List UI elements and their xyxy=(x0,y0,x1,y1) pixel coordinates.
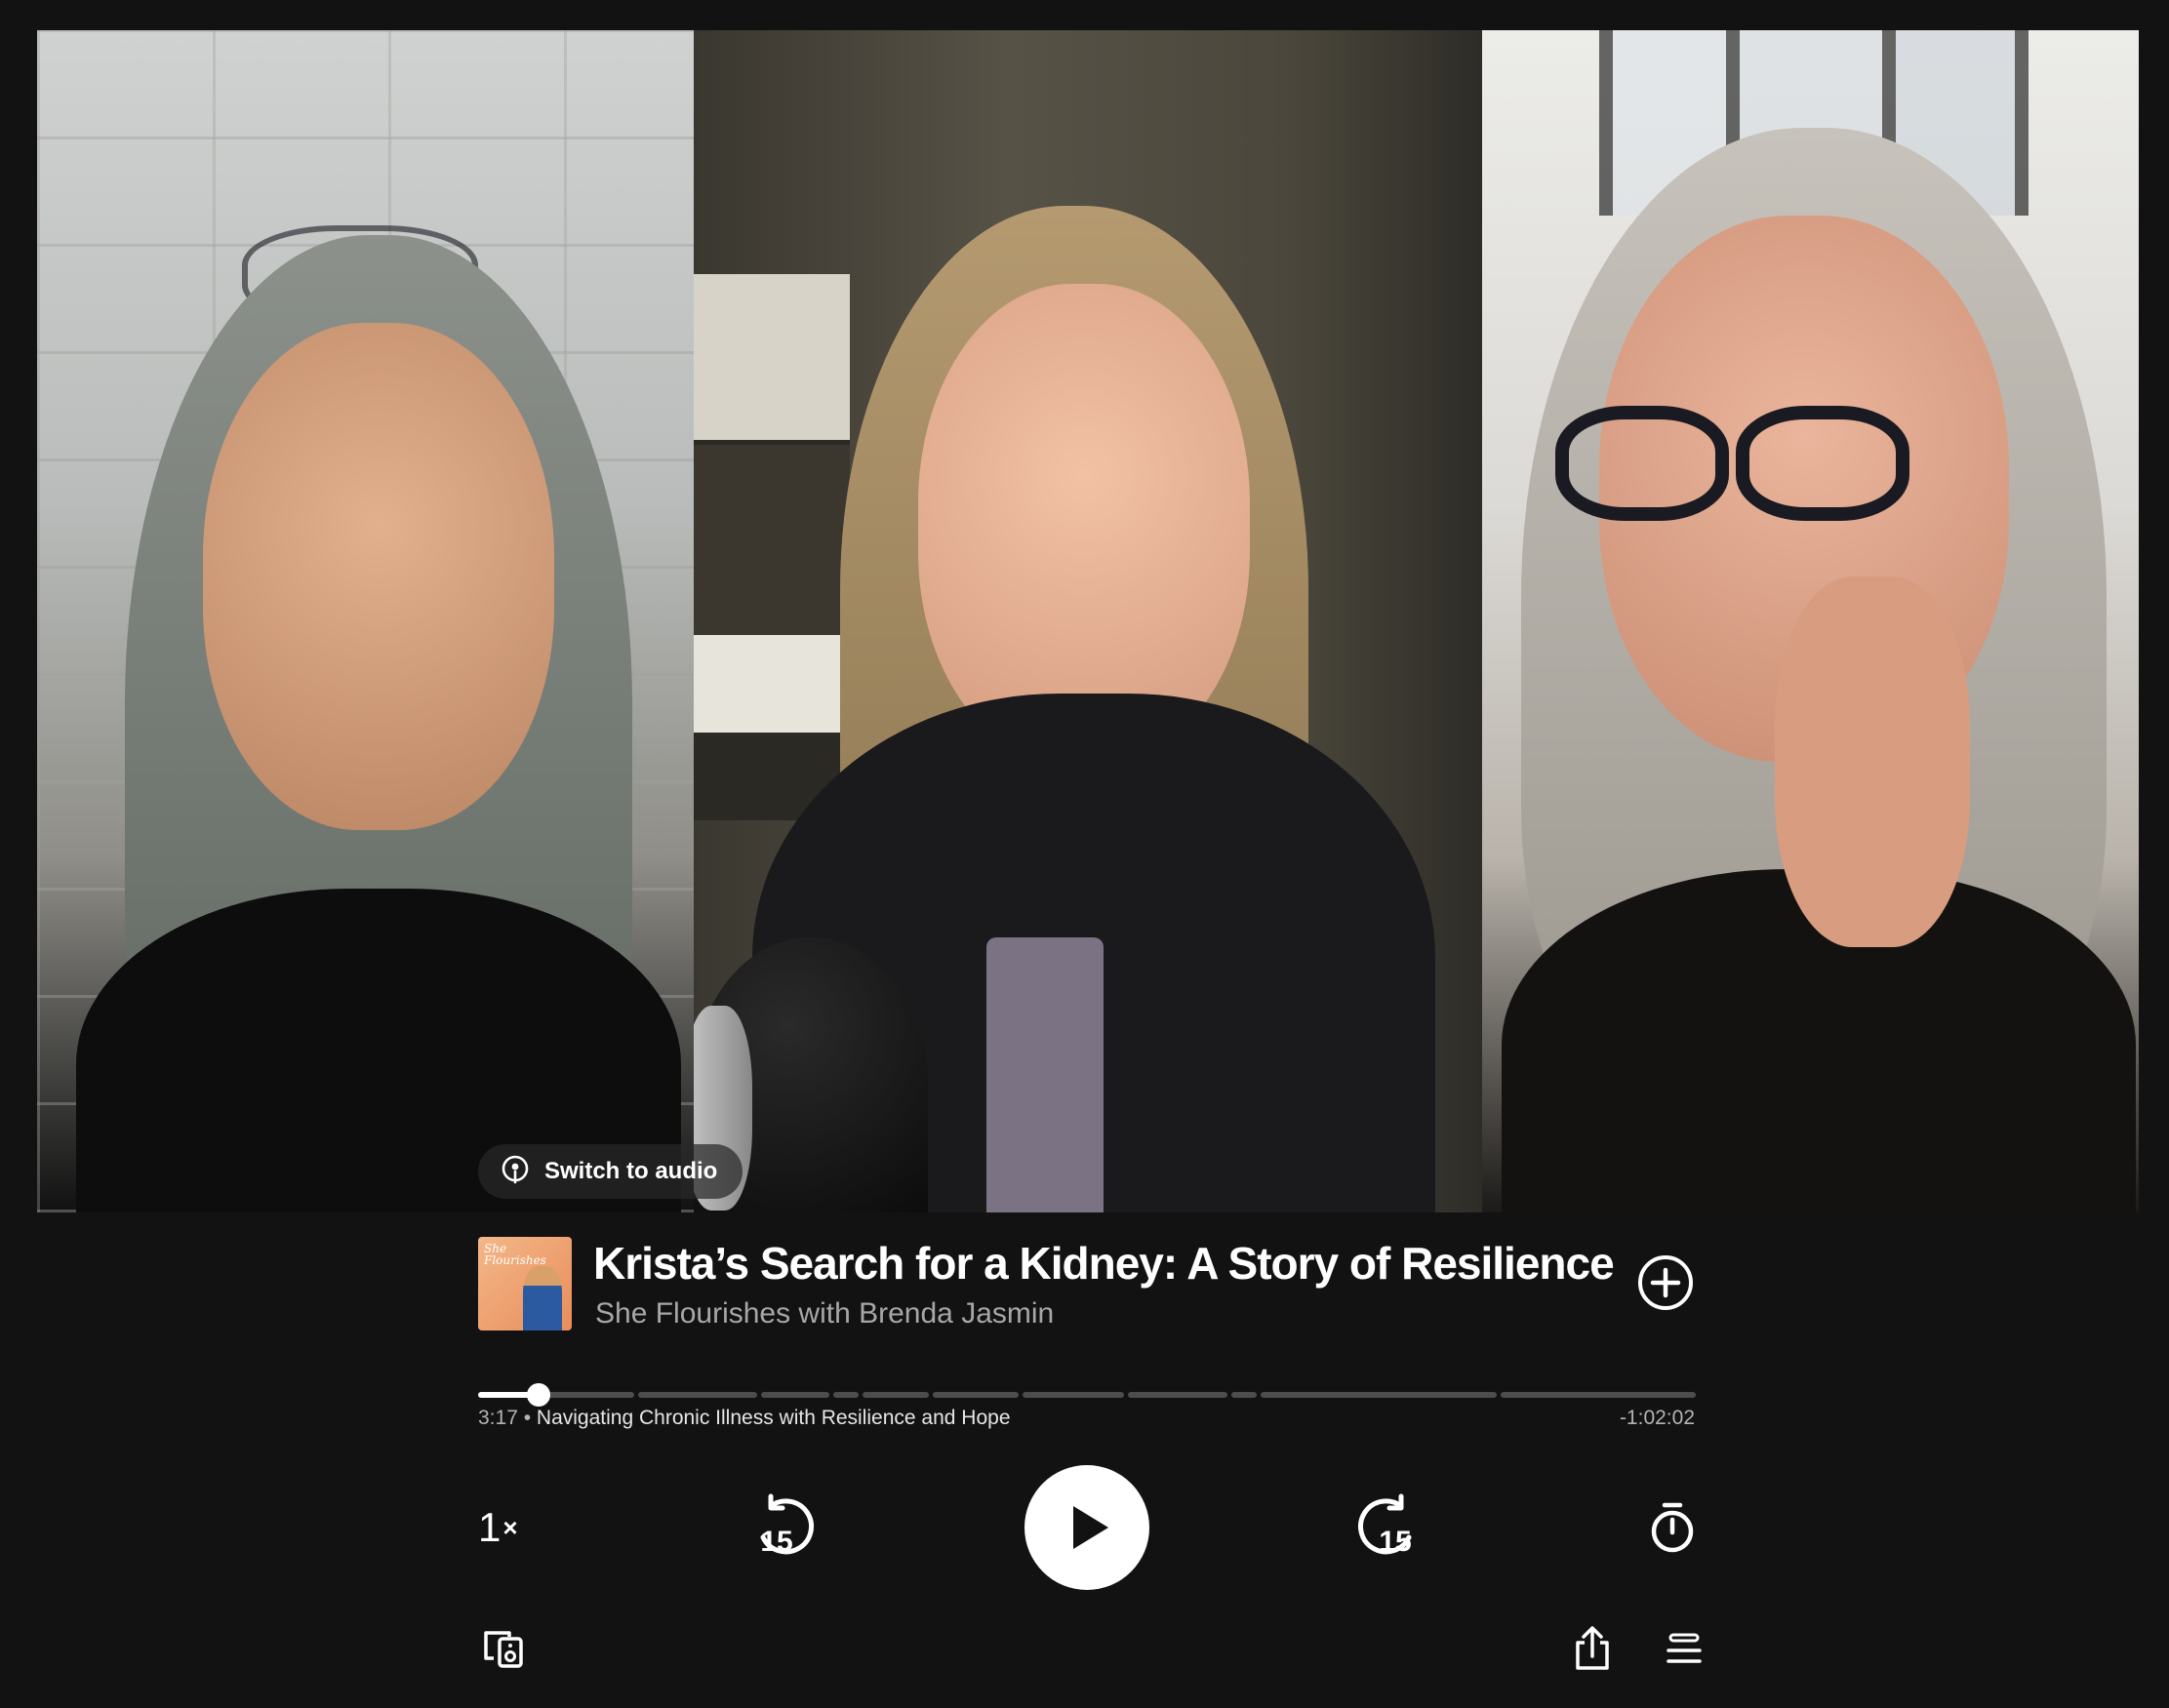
skip-forward-15-icon: 15 xyxy=(1358,1493,1412,1558)
chapter-segment xyxy=(933,1392,1019,1398)
playback-speed-button[interactable]: 1 × xyxy=(478,1498,518,1557)
chapter-segment xyxy=(761,1392,829,1398)
progress-thumb[interactable] xyxy=(527,1383,551,1407)
chapter-segment xyxy=(833,1392,859,1398)
episode-info: She Flourishes Krista’s Search for a Kid… xyxy=(478,1237,1698,1331)
share-icon xyxy=(1576,1626,1609,1670)
show-name-link[interactable]: She Flourishes with Brenda Jasmin xyxy=(595,1297,1054,1331)
artwork-text: She Flourishes xyxy=(484,1242,546,1267)
remaining-time: -1:02:02 xyxy=(1619,1407,1695,1429)
skip-back-button[interactable]: 15 xyxy=(751,1492,822,1563)
switch-to-audio-button[interactable]: Switch to audio xyxy=(478,1144,743,1199)
skip-forward-seconds: 15 xyxy=(1379,1526,1411,1558)
skip-forward-button[interactable]: 15 xyxy=(1352,1492,1426,1563)
chapter-segment xyxy=(1501,1392,1696,1398)
chapter-segment xyxy=(863,1392,929,1398)
elapsed-time: 3:17 xyxy=(478,1407,518,1429)
video-participant-right xyxy=(1482,30,2139,1212)
elapsed-info: 3:17 • Navigating Chronic Illness with R… xyxy=(478,1407,1011,1430)
video-player[interactable] xyxy=(37,30,2139,1212)
share-button[interactable] xyxy=(1573,1625,1612,1672)
video-participant-center xyxy=(694,30,1482,1212)
playback-progress-bar[interactable] xyxy=(478,1383,1696,1407)
separator: • xyxy=(523,1407,532,1429)
skip-back-seconds: 15 xyxy=(760,1526,792,1558)
queue-icon xyxy=(1667,1633,1702,1663)
chapter-segment xyxy=(1128,1392,1227,1398)
podcast-icon xyxy=(500,1154,531,1190)
connect-device-button[interactable] xyxy=(482,1629,525,1668)
queue-button[interactable] xyxy=(1667,1631,1702,1666)
timer-icon xyxy=(1651,1502,1694,1553)
video-participant-left xyxy=(37,30,694,1212)
skip-back-15-icon: 15 xyxy=(760,1493,814,1558)
switch-to-audio-label: Switch to audio xyxy=(544,1158,718,1184)
play-icon xyxy=(1073,1506,1108,1549)
connect-device-icon xyxy=(484,1631,523,1668)
chapter-segment xyxy=(638,1392,757,1398)
speed-value: 1 xyxy=(478,1504,502,1550)
add-to-library-button[interactable] xyxy=(1637,1254,1694,1311)
episode-title[interactable]: Krista’s Search for a Kidney: A Story of… xyxy=(593,1237,1615,1290)
chapter-segment xyxy=(1023,1392,1124,1398)
chapter-segment xyxy=(1261,1392,1497,1398)
episode-artwork[interactable]: She Flourishes xyxy=(478,1237,572,1331)
chapter-title[interactable]: Navigating Chronic Illness with Resilien… xyxy=(537,1407,1011,1429)
play-button[interactable] xyxy=(1024,1465,1149,1590)
speed-suffix: × xyxy=(502,1512,518,1542)
sleep-timer-button[interactable] xyxy=(1649,1500,1696,1555)
chapter-segment xyxy=(1231,1392,1257,1398)
add-circle-icon xyxy=(1638,1255,1693,1310)
